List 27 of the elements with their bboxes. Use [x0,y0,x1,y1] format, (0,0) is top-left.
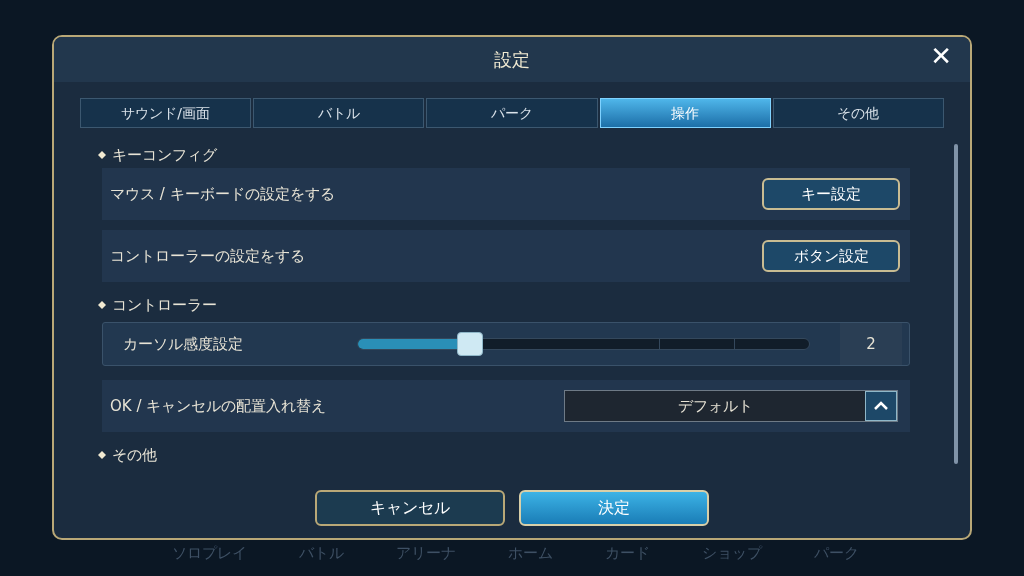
setting-label: カーソル感度設定 [123,333,244,355]
slider-thumb[interactable] [457,332,484,356]
tab[interactable]: その他 [772,98,944,128]
diamond-icon [98,151,106,159]
diamond-icon [98,301,106,309]
dialog-title: 設定 [494,48,530,72]
setting-button[interactable]: ボタン設定 [762,240,900,272]
close-button[interactable]: ✕ [930,43,952,69]
tab[interactable]: サウンド/画面 [80,98,252,128]
dropdown[interactable]: デフォルト [564,390,898,422]
section-heading: その他 [112,444,157,466]
tab[interactable]: 操作 [599,98,771,128]
setting-label: OK / キャンセルの配置入れ替え [110,395,328,417]
setting-label: コントローラーの設定をする [110,245,306,267]
section-heading: コントローラー [112,294,217,316]
tab[interactable]: バトル [253,98,425,128]
diamond-icon [98,451,106,459]
setting-label: マウス / キーボードの設定をする [110,183,336,205]
tab[interactable]: パーク [426,98,598,128]
scrollbar[interactable] [954,144,958,464]
slider-value: 2 [866,333,876,355]
dropdown-value: デフォルト [676,395,754,417]
slider[interactable] [357,332,810,356]
dialog-button[interactable]: キャンセル [315,490,505,526]
chevron-up-icon[interactable] [865,391,897,421]
section-heading: キーコンフィグ [112,144,217,166]
setting-button[interactable]: キー設定 [762,178,900,210]
